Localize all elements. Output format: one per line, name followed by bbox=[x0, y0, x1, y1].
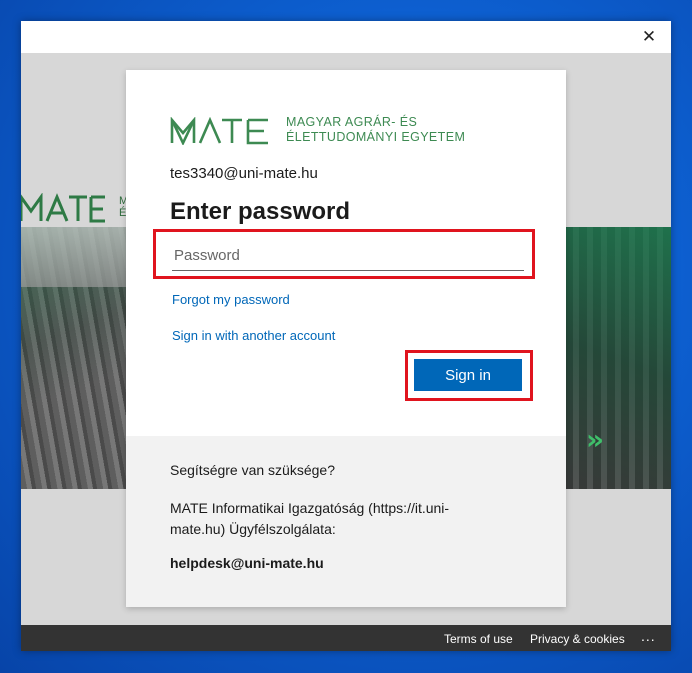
signin-window: ✕ M É » MAGYAR AGRÁR- ÉS ÉLETTUDOMÁNYI E… bbox=[21, 21, 671, 651]
university-name: MAGYAR AGRÁR- ÉS ÉLETTUDOMÁNYI EGYETEM bbox=[286, 115, 465, 145]
helpdesk-email: helpdesk@uni-mate.hu bbox=[170, 555, 324, 571]
university-name-line1: MAGYAR AGRÁR- ÉS bbox=[286, 115, 418, 129]
signin-button[interactable]: Sign in bbox=[414, 359, 522, 391]
signin-card: MAGYAR AGRÁR- ÉS ÉLETTUDOMÁNYI EGYETEM t… bbox=[126, 70, 566, 607]
password-input[interactable] bbox=[172, 240, 524, 271]
help-section: Segítségre van szüksége? MATE Informatik… bbox=[126, 436, 566, 607]
campus-photo-left bbox=[21, 227, 141, 489]
signin-panel: MAGYAR AGRÁR- ÉS ÉLETTUDOMÁNYI EGYETEM t… bbox=[126, 70, 566, 436]
campus-photo-right bbox=[551, 227, 671, 489]
forgot-password-link[interactable]: Forgot my password bbox=[172, 292, 290, 307]
page-title: Enter password bbox=[170, 198, 351, 225]
footer-bar: Terms of use Privacy & cookies ... bbox=[21, 625, 671, 651]
title-bar: ✕ bbox=[21, 21, 671, 53]
help-title: Segítségre van szüksége? bbox=[170, 462, 335, 478]
chevron-right-icon: » bbox=[586, 423, 605, 456]
more-options-icon[interactable]: ... bbox=[641, 628, 656, 644]
mate-logo bbox=[170, 117, 268, 145]
terms-of-use-link[interactable]: Terms of use bbox=[444, 632, 513, 646]
university-name-line2: ÉLETTUDOMÁNYI EGYETEM bbox=[286, 130, 466, 144]
close-icon[interactable]: ✕ bbox=[639, 27, 659, 47]
help-text: MATE Informatikai Igazgatóság (https://i… bbox=[170, 500, 450, 537]
account-identity: tes3340@uni-mate.hu bbox=[170, 165, 318, 182]
background-mate-logo bbox=[21, 193, 105, 223]
privacy-cookies-link[interactable]: Privacy & cookies bbox=[530, 632, 625, 646]
another-account-link[interactable]: Sign in with another account bbox=[172, 328, 335, 343]
